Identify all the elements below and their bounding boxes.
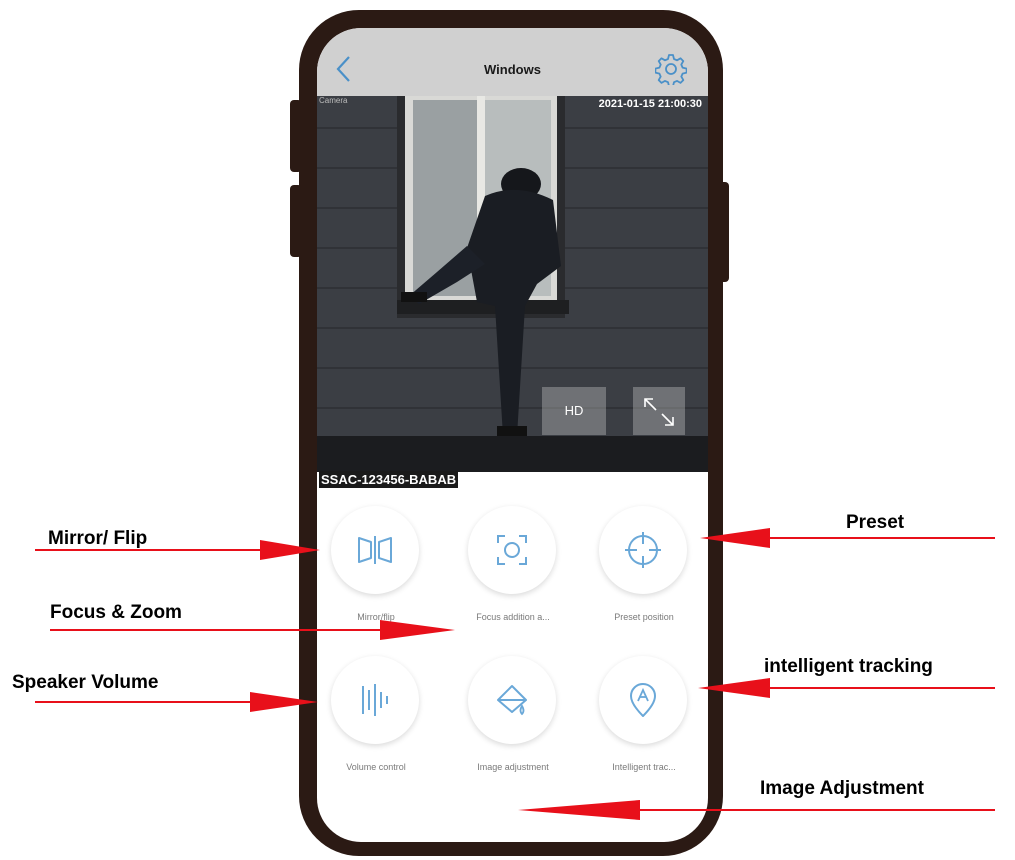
arrow-preset [700,528,770,548]
arrow-image-adjustment [518,800,640,820]
arrow-focus-zoom [380,620,455,640]
annotation-arrows [35,528,995,820]
arrow-mirror-flip [260,540,320,560]
arrow-speaker-volume [250,692,318,712]
arrow-intelligent-tracking [698,678,770,698]
